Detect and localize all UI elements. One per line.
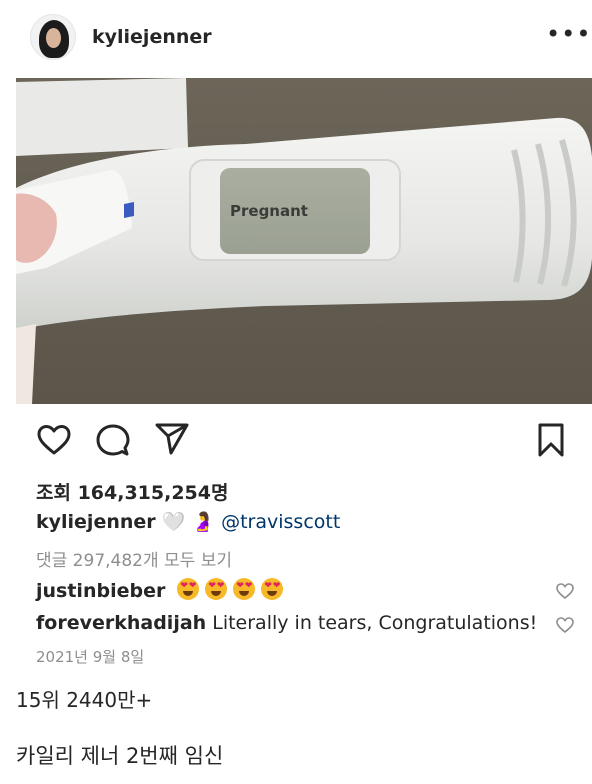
like-heart-icon[interactable] — [36, 424, 72, 456]
profile-avatar[interactable] — [30, 14, 76, 60]
post-date: 2021년 9월 8일 — [36, 648, 145, 666]
more-options-icon[interactable]: ••• — [546, 22, 591, 46]
pregnancy-test-image: Pregnant — [16, 78, 592, 404]
comment-like-heart-icon[interactable] — [555, 582, 575, 600]
post-media[interactable]: Pregnant — [16, 78, 592, 404]
post-caption: kyliejenner 🤍 🤰 @travisscott — [36, 510, 340, 533]
heart-eyes-emoji — [177, 578, 200, 600]
view-count: 조회 164,315,254명 — [36, 482, 229, 504]
save-bookmark-icon[interactable] — [536, 422, 566, 458]
share-direct-icon[interactable] — [154, 422, 190, 456]
post-header: kyliejenner ••• — [0, 0, 592, 76]
comment-text: Literally in tears, Congratulations! — [212, 612, 538, 634]
post-username[interactable]: kyliejenner — [92, 26, 212, 48]
test-result-text: Pregnant — [230, 202, 308, 220]
heart-eyes-emoji — [205, 578, 228, 600]
comment-item: foreverkhadijah Literally in tears, Cong… — [36, 612, 537, 634]
comment-username[interactable]: foreverkhadijah — [36, 612, 206, 634]
comment-item: justinbieber — [36, 578, 289, 602]
rank-caption: 15위 2440만+ — [16, 688, 153, 712]
caption-mention[interactable]: @travisscott — [221, 511, 340, 533]
headline-caption: 카일리 제너 2번째 임신 — [16, 744, 224, 768]
heart-eyes-emoji — [233, 578, 256, 600]
comment-username[interactable]: justinbieber — [36, 580, 165, 602]
view-all-comments-link[interactable]: 댓글 297,482개 모두 보기 — [36, 546, 232, 571]
comment-emojis — [177, 578, 289, 602]
heart-eyes-emoji — [261, 578, 284, 600]
caption-username[interactable]: kyliejenner — [36, 511, 156, 533]
comment-like-heart-icon[interactable] — [555, 616, 575, 634]
caption-emojis: 🤍 🤰 — [161, 511, 216, 533]
comment-icon[interactable] — [96, 423, 130, 457]
